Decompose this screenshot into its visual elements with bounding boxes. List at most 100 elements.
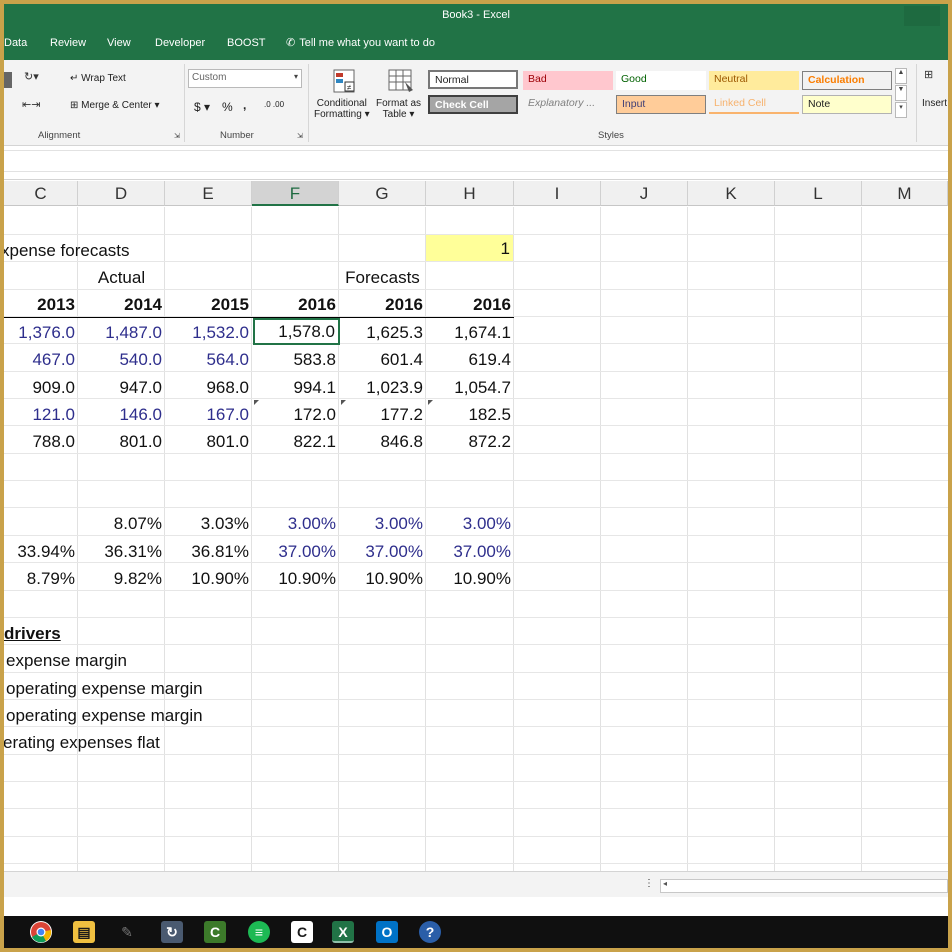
insert-cells-icon[interactable]: ⊞: [924, 68, 933, 81]
style-normal[interactable]: Normal: [428, 70, 518, 89]
styles-scroll-up[interactable]: ▲: [895, 68, 907, 84]
style-input[interactable]: Input: [616, 95, 706, 114]
data-cell[interactable]: 1,376.0: [4, 319, 78, 346]
data-cell[interactable]: 801.0: [78, 428, 165, 455]
ratio-cell[interactable]: 33.94%: [4, 538, 78, 565]
data-cell[interactable]: 1,625.3: [339, 319, 426, 346]
data-cell[interactable]: 121.0: [4, 401, 78, 428]
spotify-icon[interactable]: ≡: [248, 921, 270, 943]
data-cell[interactable]: 540.0: [78, 346, 165, 373]
column-header-f[interactable]: F: [252, 181, 339, 206]
horizontal-scrollbar[interactable]: ◂: [660, 879, 948, 893]
chrome-icon[interactable]: [30, 921, 52, 943]
year-cell[interactable]: 2014: [78, 291, 165, 318]
data-cell[interactable]: 182.5: [426, 401, 514, 428]
worksheet-grid[interactable]: xpense forecasts 1 Actual Forecasts 2013…: [4, 207, 948, 871]
sheet-title-cell[interactable]: xpense forecasts: [4, 237, 133, 264]
conditional-formatting-icon[interactable]: ≠: [332, 68, 358, 97]
window-control[interactable]: [904, 6, 940, 26]
format-as-table-button[interactable]: Format as Table ▾: [376, 98, 421, 120]
column-header-e[interactable]: E: [165, 181, 252, 206]
currency-button[interactable]: $ ▾: [194, 100, 210, 114]
data-cell[interactable]: 172.0: [252, 401, 339, 428]
data-cell[interactable]: 1,487.0: [78, 319, 165, 346]
ratio-cell[interactable]: 3.00%: [426, 510, 514, 537]
data-cell[interactable]: 1,674.1: [426, 319, 514, 346]
ratio-cell[interactable]: 8.79%: [4, 565, 78, 592]
column-header-d[interactable]: D: [78, 181, 165, 206]
comma-button[interactable]: ,: [243, 98, 246, 112]
ratio-cell[interactable]: 8.07%: [78, 510, 165, 537]
ratio-cell[interactable]: 3.03%: [165, 510, 252, 537]
dialog-launcher-icon[interactable]: ⇲: [297, 132, 303, 140]
data-cell[interactable]: 994.1: [252, 374, 339, 401]
scroll-left-icon[interactable]: ◂: [663, 879, 667, 888]
merge-center-button[interactable]: ⊞ Merge & Center ▾: [70, 100, 160, 111]
data-cell[interactable]: 1,054.7: [426, 374, 514, 401]
column-header-g[interactable]: G: [339, 181, 426, 206]
data-cell[interactable]: 909.0: [4, 374, 78, 401]
ratio-cell[interactable]: 36.81%: [165, 538, 252, 565]
formula-bar[interactable]: [4, 146, 948, 180]
styles-more-button[interactable]: ▾: [895, 102, 907, 118]
tab-view[interactable]: View: [107, 37, 131, 49]
data-cell[interactable]: 947.0: [78, 374, 165, 401]
column-header-k[interactable]: K: [688, 181, 775, 206]
ratio-cell[interactable]: 3.00%: [252, 510, 339, 537]
insert-button[interactable]: Insert: [922, 98, 947, 109]
data-cell[interactable]: 619.4: [426, 346, 514, 373]
actual-label-cell[interactable]: Actual: [78, 264, 165, 291]
indent-icons[interactable]: ⇤⇥: [22, 98, 40, 111]
wrap-text-button[interactable]: ↵ Wrap Text: [70, 73, 126, 84]
style-note[interactable]: Note: [802, 95, 892, 114]
column-header-i[interactable]: I: [514, 181, 601, 206]
conditional-formatting-button[interactable]: Conditional Formatting ▾: [314, 98, 370, 120]
tab-review[interactable]: Review: [50, 37, 86, 49]
style-explanatory[interactable]: Explanatory ...: [523, 95, 613, 114]
column-header-c[interactable]: C: [4, 181, 78, 206]
column-header-h[interactable]: H: [426, 181, 514, 206]
camtasia-recorder-icon[interactable]: C: [291, 921, 313, 943]
year-cell[interactable]: 2013: [4, 291, 78, 318]
year-cell[interactable]: 2015: [165, 291, 252, 318]
data-cell[interactable]: 968.0: [165, 374, 252, 401]
forecasts-label-cell[interactable]: Forecasts: [339, 264, 426, 291]
driver-option-cell[interactable]: expense margin: [4, 647, 130, 674]
increase-decimal-button[interactable]: .0 .00: [264, 100, 284, 109]
outlook-icon[interactable]: O: [376, 921, 398, 943]
tab-data[interactable]: Data: [4, 37, 27, 49]
number-format-select[interactable]: Custom ▾: [188, 69, 302, 88]
data-cell[interactable]: 846.8: [339, 428, 426, 455]
dialog-launcher-icon[interactable]: ⇲: [174, 132, 180, 140]
data-cell[interactable]: 822.1: [252, 428, 339, 455]
column-header-l[interactable]: L: [775, 181, 862, 206]
scenario-input-cell[interactable]: 1: [426, 235, 513, 261]
percent-button[interactable]: %: [222, 100, 233, 114]
ratio-cell[interactable]: 36.31%: [78, 538, 165, 565]
ratio-cell[interactable]: 10.90%: [165, 565, 252, 592]
format-as-table-icon[interactable]: [387, 68, 415, 97]
driver-option-cell[interactable]: operating expense margin: [4, 675, 206, 702]
driver-option-cell[interactable]: operating expense margin: [4, 702, 206, 729]
driver-option-cell[interactable]: erating expenses flat: [4, 729, 163, 756]
year-cell[interactable]: 2016: [252, 291, 339, 318]
column-header-j[interactable]: J: [601, 181, 688, 206]
style-bad[interactable]: Bad: [523, 71, 613, 90]
file-explorer-icon[interactable]: ▤: [73, 921, 95, 943]
style-calculation[interactable]: Calculation: [802, 71, 892, 90]
data-cell[interactable]: 564.0: [165, 346, 252, 373]
help-icon[interactable]: ?: [419, 921, 441, 943]
data-cell[interactable]: 1,023.9: [339, 374, 426, 401]
app-icon[interactable]: ↻: [161, 921, 183, 943]
tab-boost[interactable]: BOOST: [227, 37, 266, 49]
data-cell[interactable]: 177.2: [339, 401, 426, 428]
ratio-cell[interactable]: 10.90%: [339, 565, 426, 592]
ratio-cell[interactable]: 37.00%: [426, 538, 514, 565]
align-icon[interactable]: [4, 72, 12, 88]
ratio-cell[interactable]: 37.00%: [252, 538, 339, 565]
ratio-cell[interactable]: 3.00%: [339, 510, 426, 537]
ratio-cell[interactable]: 37.00%: [339, 538, 426, 565]
year-cell[interactable]: 2016: [426, 291, 514, 318]
tell-me-search[interactable]: ✆ Tell me what you want to do: [286, 36, 435, 50]
data-cell[interactable]: 583.8: [252, 346, 339, 373]
